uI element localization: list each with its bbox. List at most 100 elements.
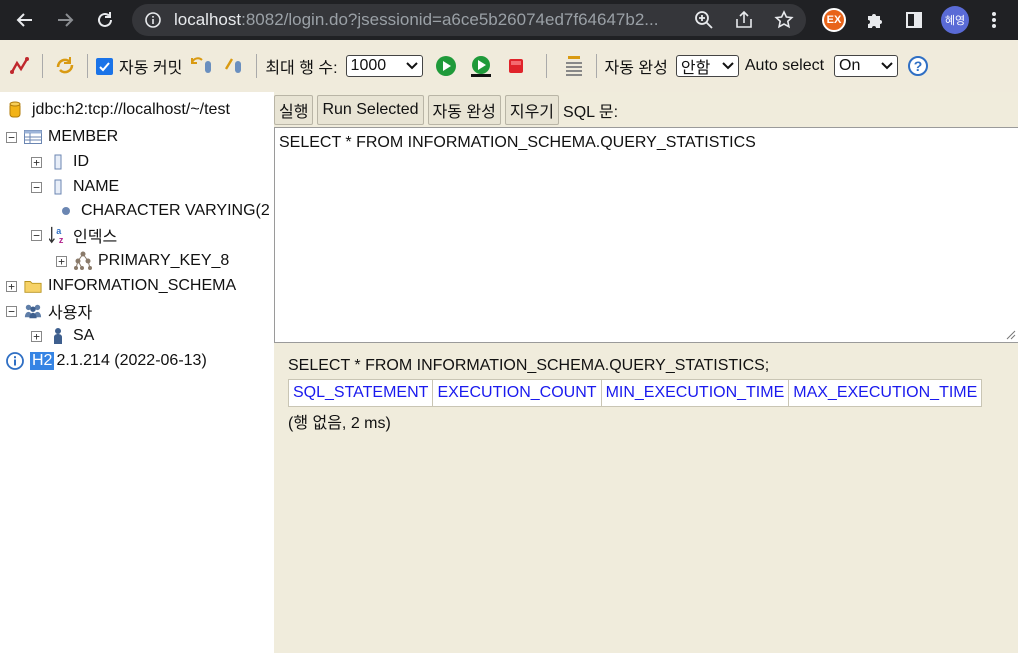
toolbar-separator xyxy=(256,54,258,78)
user-name: SA xyxy=(73,327,95,344)
collapse-icon[interactable]: − xyxy=(6,305,17,317)
run-selected-query-button[interactable]: Run Selected xyxy=(317,95,424,125)
tree-user-sa[interactable]: + SA xyxy=(31,324,94,348)
index-name: PRIMARY_KEY_8 xyxy=(98,252,230,269)
back-button[interactable] xyxy=(10,5,40,35)
autocomplete-button[interactable]: 자동 완성 xyxy=(427,95,501,125)
result-header-row: SQL_STATEMENT EXECUTION_COUNT MIN_EXECUT… xyxy=(287,379,983,407)
run-selected-button[interactable] xyxy=(468,53,494,79)
chevron-down-icon xyxy=(881,62,893,70)
site-info-icon[interactable] xyxy=(144,11,162,29)
column-header[interactable]: MIN_EXECUTION_TIME xyxy=(600,379,790,407)
forward-arrow-icon xyxy=(58,13,74,27)
column-header[interactable]: EXECUTION_COUNT xyxy=(432,379,602,407)
help-icon: ? xyxy=(908,56,929,76)
expand-icon[interactable]: + xyxy=(56,255,67,267)
toolbar-separator xyxy=(87,54,88,78)
sql-editor[interactable]: SELECT * FROM INFORMATION_SCHEMA.QUERY_S… xyxy=(274,127,1018,343)
collapse-icon[interactable]: − xyxy=(31,181,42,193)
share-icon[interactable] xyxy=(734,10,754,30)
user-icon xyxy=(49,326,67,346)
commit-button[interactable] xyxy=(221,53,247,79)
expand-icon[interactable]: + xyxy=(31,156,42,168)
play-icon xyxy=(435,56,456,76)
column-name: NAME xyxy=(73,178,120,195)
help-button[interactable]: ? xyxy=(905,53,931,79)
schema-tree: jdbc:h2:tcp://localhost/~/test − MEMBER … xyxy=(0,92,274,653)
connection-url: jdbc:h2:tcp://localhost/~/test xyxy=(32,101,230,118)
reload-button[interactable] xyxy=(90,5,120,35)
tree-users[interactable]: − 사용자 xyxy=(6,299,92,323)
toolbar-separator xyxy=(595,54,597,78)
collapse-icon[interactable]: − xyxy=(31,229,42,241)
rollback-icon xyxy=(191,57,212,73)
max-rows-select[interactable]: 1000 xyxy=(345,55,423,77)
auto-commit-checkbox[interactable] xyxy=(96,57,113,75)
users-label: 사용자 xyxy=(48,305,93,322)
max-rows-value: 1000 xyxy=(350,57,387,74)
bookmark-star-icon[interactable] xyxy=(774,10,794,30)
kebab-menu-icon xyxy=(992,12,996,28)
tree-indexes[interactable]: − az 인덱스 xyxy=(31,223,117,247)
toolbar-separator xyxy=(42,54,43,78)
extensions-button[interactable] xyxy=(860,5,890,35)
result-footer: (행 없음, 2 ms) xyxy=(288,415,391,432)
column-name: ID xyxy=(73,153,89,170)
zoom-icon[interactable] xyxy=(694,10,714,30)
tree-connection[interactable]: jdbc:h2:tcp://localhost/~/test xyxy=(6,98,230,122)
play-selected-icon xyxy=(470,56,491,77)
autocomplete-label: 자동 완성 xyxy=(604,60,668,77)
browser-menu-button[interactable] xyxy=(979,5,1009,35)
auto-select-select[interactable]: On xyxy=(834,55,899,77)
auto-select-value: On xyxy=(839,57,861,74)
extension-ex-button[interactable]: EX xyxy=(819,5,849,35)
stop-icon xyxy=(508,59,523,73)
svg-text:z: z xyxy=(59,235,64,245)
side-panel-button[interactable] xyxy=(899,5,929,35)
table-icon xyxy=(24,127,42,147)
cancel-button[interactable] xyxy=(503,53,529,79)
column-header[interactable]: MAX_EXECUTION_TIME xyxy=(788,379,983,407)
profile-avatar: 혜영 xyxy=(941,6,969,34)
run-query-button[interactable]: 실행 xyxy=(274,95,314,125)
forward-button[interactable] xyxy=(50,5,80,35)
tree-version: H2 2.1.214 (2022-06-13) xyxy=(6,349,207,373)
reload-icon xyxy=(98,12,112,27)
type-dot-icon xyxy=(57,201,75,221)
rollback-button[interactable] xyxy=(189,53,215,79)
refresh-icon xyxy=(56,57,74,74)
refresh-button[interactable] xyxy=(52,53,78,79)
run-button[interactable] xyxy=(433,53,459,79)
expand-icon[interactable]: + xyxy=(31,330,42,342)
sql-editor-text: SELECT * FROM INFORMATION_SCHEMA.QUERY_S… xyxy=(279,134,756,151)
profile-button[interactable]: 혜영 xyxy=(940,5,970,35)
checkmark-icon xyxy=(99,61,110,71)
result-table: SQL_STATEMENT EXECUTION_COUNT MIN_EXECUT… xyxy=(287,379,983,407)
disconnect-button[interactable] xyxy=(7,53,33,79)
history-button[interactable] xyxy=(561,53,587,79)
indexes-label: 인덱스 xyxy=(73,229,118,246)
puzzle-icon xyxy=(868,14,882,28)
query-panel: 실행 Run Selected 자동 완성 지우기 SQL 문: SELECT … xyxy=(274,92,1018,653)
auto-commit-label: 자동 커밋 xyxy=(119,60,183,77)
chevron-down-icon xyxy=(405,62,418,70)
side-panel-icon xyxy=(906,12,922,28)
column-header[interactable]: SQL_STATEMENT xyxy=(287,379,434,407)
max-rows-label: 최대 행 수: xyxy=(265,60,338,77)
clear-button[interactable]: 지우기 xyxy=(504,95,560,125)
tree-table-member[interactable]: − MEMBER xyxy=(6,125,118,149)
tree-column-type[interactable]: CHARACTER VARYING(2 xyxy=(57,199,270,223)
resize-handle-icon[interactable] xyxy=(1006,330,1016,340)
collapse-icon[interactable]: − xyxy=(6,131,17,143)
h2-badge: H2 xyxy=(30,352,55,370)
tree-column-name[interactable]: − NAME xyxy=(31,175,119,199)
url-text[interactable]: localhost:8082/login.do?jsessionid=a6ce5… xyxy=(174,10,694,30)
commit-icon xyxy=(225,58,242,73)
expand-icon[interactable]: + xyxy=(6,280,17,292)
tree-information-schema[interactable]: + INFORMATION_SCHEMA xyxy=(6,274,236,298)
sort-az-icon: az xyxy=(49,225,67,245)
tree-primary-key[interactable]: + PRIMARY_KEY_8 xyxy=(56,249,229,273)
tree-column-id[interactable]: + ID xyxy=(31,150,89,174)
autocomplete-select[interactable]: 안함 xyxy=(675,55,739,77)
address-bar[interactable]: localhost:8082/login.do?jsessionid=a6ce5… xyxy=(132,4,806,36)
